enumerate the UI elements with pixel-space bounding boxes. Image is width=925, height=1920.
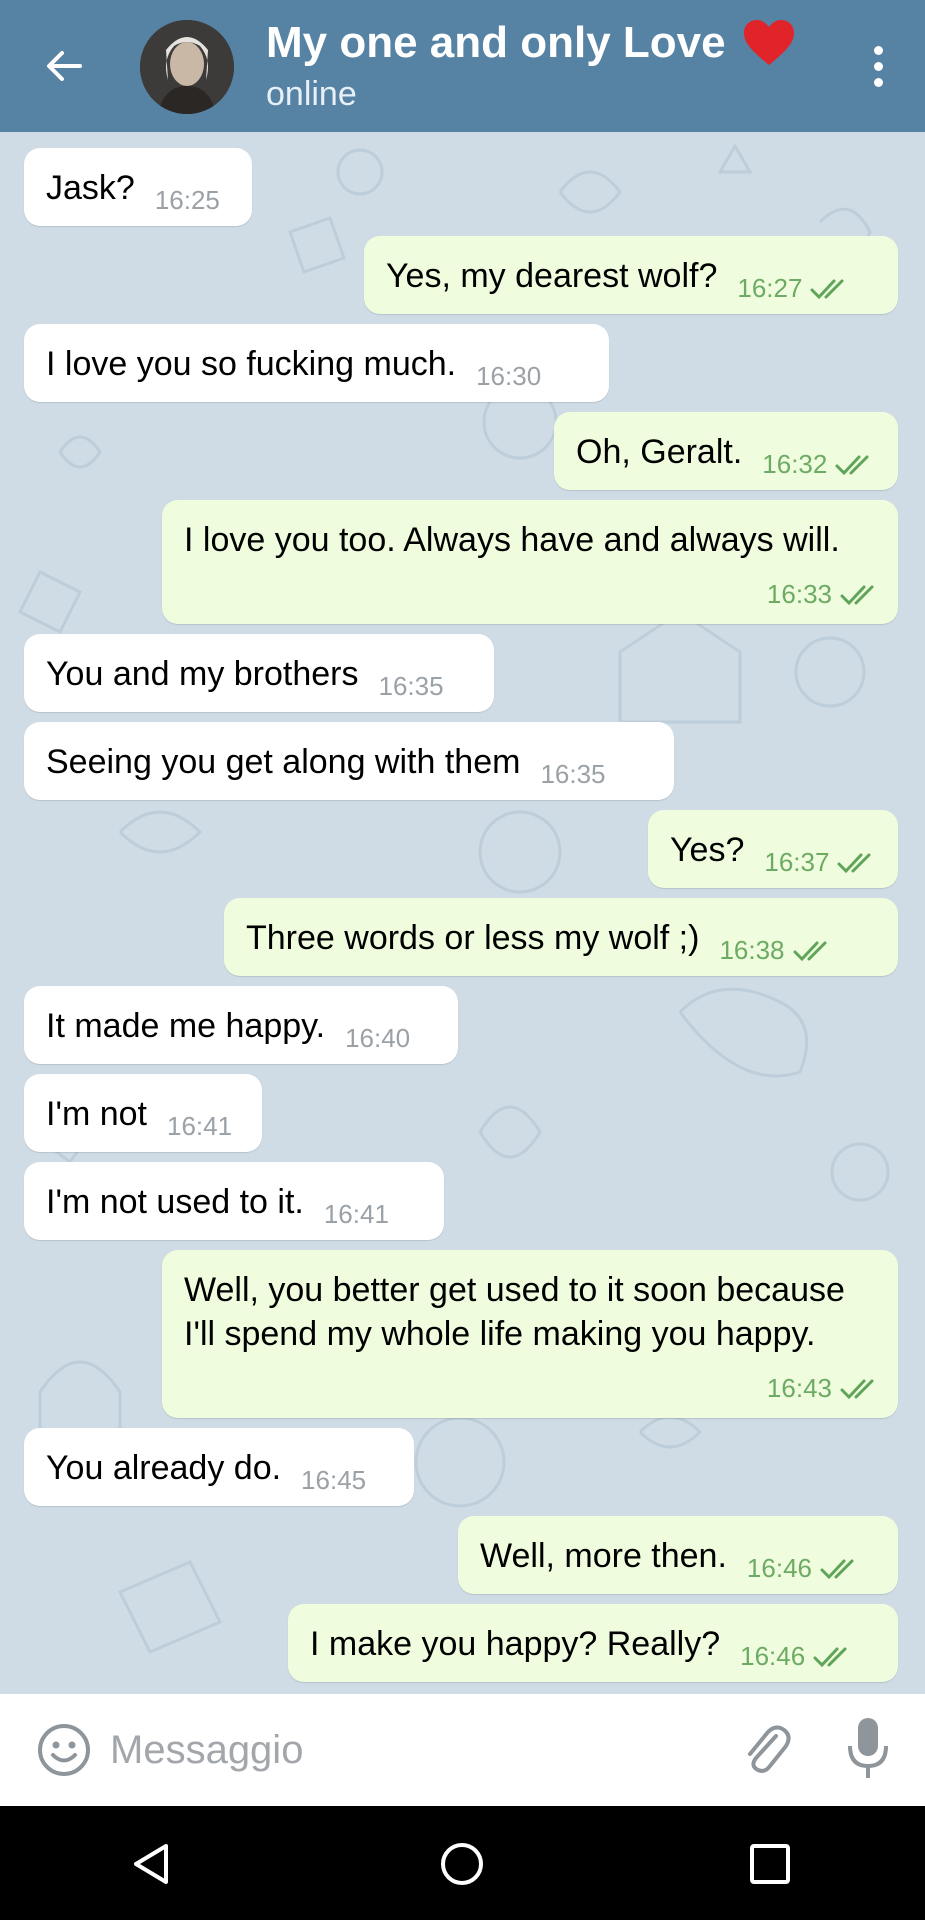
incoming-message[interactable]: I'm not used to it. 16:41	[24, 1162, 444, 1240]
message-text: I love you too. Always have and always w…	[184, 521, 840, 559]
message-text: I love you so fucking much.	[46, 345, 457, 383]
double-check-icon	[810, 279, 844, 299]
message-composer	[0, 1694, 925, 1806]
message-meta: 16:46	[740, 1641, 851, 1672]
outgoing-message[interactable]: Yes? 16:37	[648, 810, 898, 888]
message-text: Three words or less my wolf ;)	[246, 919, 700, 957]
message-text: Well, you better get used to it soon bec…	[184, 1271, 845, 1353]
square-recents-icon[interactable]	[746, 1840, 794, 1888]
message-time: 16:40	[345, 1023, 411, 1053]
back-button[interactable]	[38, 40, 90, 92]
message-text: It made me happy.	[46, 1007, 326, 1045]
incoming-message[interactable]: Seeing you get along with them 16:35	[24, 722, 674, 800]
message-time: 16:30	[476, 361, 542, 391]
message-meta: 16:32	[762, 449, 873, 480]
incoming-message[interactable]: I'm not 16:41	[24, 1074, 262, 1152]
incoming-message[interactable]: I love you so fucking much. 16:30	[24, 324, 609, 402]
more-vertical-icon	[873, 45, 883, 55]
message-meta: 16:37	[764, 847, 875, 878]
more-options-button[interactable]	[860, 40, 896, 92]
message-time: 16:35	[540, 759, 606, 789]
message-input[interactable]	[110, 1714, 710, 1786]
message-time: 16:25	[154, 185, 220, 215]
double-check-icon	[820, 1559, 854, 1579]
incoming-message[interactable]: It made me happy. 16:40	[24, 986, 458, 1064]
message-text: Yes, my dearest wolf?	[386, 257, 718, 295]
double-check-icon	[835, 455, 869, 475]
chat-title-block[interactable]: My one and only Love online	[266, 16, 796, 116]
double-check-icon	[793, 941, 827, 961]
outgoing-message[interactable]: Well, you better get used to it soon bec…	[162, 1250, 898, 1418]
paperclip-icon[interactable]	[738, 1718, 794, 1782]
message-meta: 16:41	[167, 1111, 232, 1142]
double-check-icon	[840, 585, 874, 605]
message-meta: 16:35	[540, 759, 605, 790]
heart-icon	[743, 20, 794, 65]
double-check-icon	[837, 853, 871, 873]
message-text: Seeing you get along with them	[46, 743, 521, 781]
message-time: 16:41	[323, 1199, 389, 1229]
message-time: 16:46	[746, 1553, 812, 1583]
message-meta: 16:35	[379, 671, 444, 702]
message-time: 16:37	[764, 847, 830, 877]
message-meta: 16:27	[737, 273, 848, 304]
message-text: I'm not used to it.	[46, 1183, 304, 1221]
microphone-icon[interactable]	[844, 1716, 892, 1782]
incoming-message[interactable]: Jask? 16:25	[24, 148, 252, 226]
outgoing-message[interactable]: I love you too. Always have and always w…	[162, 500, 898, 624]
message-time: 16:38	[719, 935, 785, 965]
message-text: I make you happy? Really?	[310, 1625, 721, 1663]
circle-home-icon[interactable]	[438, 1840, 486, 1888]
double-check-icon	[813, 1647, 847, 1667]
message-time: 16:43	[766, 1373, 832, 1403]
chat-title: My one and only Love	[266, 18, 726, 67]
message-list[interactable]: Jask? 16:25 Yes, my dearest wolf? 16:27 I lo…	[0, 132, 925, 1694]
message-time: 16:27	[737, 273, 803, 303]
message-meta: 16:45	[301, 1465, 366, 1496]
outgoing-message[interactable]: Oh, Geralt. 16:32	[554, 412, 898, 490]
message-text: You already do.	[46, 1449, 282, 1487]
message-time: 16:33	[766, 579, 832, 609]
outgoing-message[interactable]: Yes, my dearest wolf? 16:27	[364, 236, 898, 314]
arrow-left-icon	[47, 51, 82, 81]
message-time: 16:41	[166, 1111, 233, 1141]
message-meta: 16:40	[345, 1023, 410, 1054]
triangle-back-icon[interactable]	[128, 1840, 176, 1888]
message-time: 16:32	[762, 449, 828, 479]
message-text: You and my brothers	[46, 655, 359, 693]
message-text: Yes?	[670, 831, 745, 869]
chat-header: My one and only Love online	[0, 0, 925, 132]
outgoing-message[interactable]: Well, more then. 16:46	[458, 1516, 898, 1594]
contact-avatar[interactable]	[140, 20, 234, 114]
system-navigation-bar	[0, 1806, 925, 1920]
message-time: 16:46	[740, 1641, 806, 1671]
message-time: 16:35	[378, 671, 444, 701]
message-meta: 16:38	[719, 935, 830, 966]
outgoing-message[interactable]: I make you happy? Really? 16:46	[288, 1604, 898, 1682]
message-meta: 16:41	[324, 1199, 389, 1230]
message-time: 16:45	[301, 1465, 367, 1495]
outgoing-message[interactable]: Three words or less my wolf ;) 16:38	[224, 898, 898, 976]
message-meta: 16:30	[476, 361, 541, 392]
message-text: Oh, Geralt.	[576, 433, 743, 471]
incoming-message[interactable]: You already do. 16:45	[24, 1428, 414, 1506]
message-meta: 16:25	[155, 185, 220, 216]
incoming-message[interactable]: You and my brothers 16:35	[24, 634, 494, 712]
smiley-icon[interactable]	[36, 1722, 92, 1778]
message-text: Well, more then.	[480, 1537, 727, 1575]
message-meta: 16:46	[747, 1553, 858, 1584]
online-status: online	[266, 75, 357, 113]
message-meta: 16:43	[767, 1373, 878, 1404]
message-text: Jask?	[46, 169, 135, 207]
double-check-icon	[840, 1379, 874, 1399]
message-text: I'm not	[46, 1095, 147, 1133]
message-meta: 16:33	[767, 579, 878, 610]
